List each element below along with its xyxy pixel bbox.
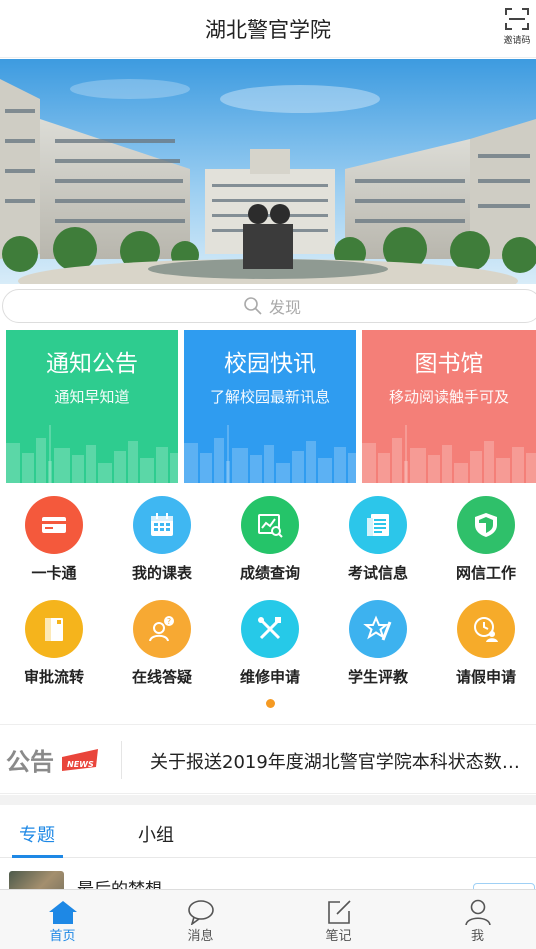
notice-card[interactable]: 通知公告 通知早知道 [6,330,178,483]
tools-icon [241,600,299,658]
grid-item-evaluation[interactable]: 学生评教 [324,600,432,687]
card-subtitle: 了解校园最新讯息 [209,388,330,406]
grid-label: 一卡通 [31,564,77,582]
nav-notes[interactable]: 笔记 [285,890,392,949]
notice-logo-badge: NEWS [67,760,94,769]
bottom-navigation: 首页 消息 笔记 我 [0,889,536,949]
notice-logo: 公告 NEWS [6,743,102,777]
section-gap [0,795,536,805]
feature-cards: 通知公告 通知早知道 校园快讯 了解校园最新讯息 图书馆 移动阅读触手可及 [6,330,536,483]
nav-label: 首页 [49,929,76,944]
grid-item-repair[interactable]: 维修申请 [216,600,324,687]
question-user-icon: ? [133,600,191,658]
grid-item-campus-card[interactable]: 一卡通 [0,496,108,583]
library-card[interactable]: 图书馆 移动阅读触手可及 [362,330,536,483]
star-pen-icon [349,600,407,658]
invite-code-button[interactable]: 邀请码 [502,8,532,46]
notice-text[interactable]: 关于报送2019年度湖北警官学院本科状态数据的通知 [150,748,530,774]
calendar-icon [133,496,191,554]
grid-label: 成绩查询 [239,564,300,582]
tab-topics[interactable]: 专题 [19,821,55,847]
search-placeholder: 发现 [268,298,301,317]
edit-icon [327,900,351,924]
grid-label: 考试信息 [347,564,408,582]
notice-logo-text: 公告 [6,748,54,776]
card-title: 通知公告 [46,351,138,377]
card-subtitle: 通知早知道 [54,388,130,406]
grid-label: 学生评教 [347,668,408,686]
active-tab-indicator [12,855,63,858]
user-icon [464,899,491,926]
grid-item-schedule[interactable]: 我的课表 [108,496,216,583]
scan-icon [505,8,529,30]
search-icon [244,297,262,315]
city-skyline-decoration [184,425,356,483]
notice-bar[interactable]: 公告 NEWS 关于报送2019年度湖北警官学院本科状态数据的通知 [0,724,536,794]
message-icon [187,900,214,926]
grid-label: 审批流转 [23,668,84,686]
city-skyline-decoration [362,425,536,483]
tab-groups[interactable]: 小组 [138,821,174,847]
page-title: 湖北警官学院 [205,18,331,42]
grid-label: 在线答疑 [131,668,192,686]
grid-item-grades[interactable]: 成绩查询 [216,496,324,583]
folder-icon [25,600,83,658]
grid-item-exam-info[interactable]: 考试信息 [324,496,432,583]
search-bar[interactable]: 发现 [2,289,536,323]
page-indicator-dot[interactable] [266,699,275,708]
nav-label: 笔记 [325,929,352,944]
grid-label: 我的课表 [131,564,192,582]
grid-label: 网信工作 [455,564,516,582]
nav-messages[interactable]: 消息 [147,890,254,949]
invite-code-label: 邀请码 [503,36,531,46]
shield-icon [457,496,515,554]
card-subtitle: 移动阅读触手可及 [388,388,509,406]
chart-search-icon [241,496,299,554]
svg-text:?: ? [167,617,171,626]
grid-item-approval[interactable]: 审批流转 [0,600,108,687]
grid-item-leave-request[interactable]: 请假申请 [432,600,536,687]
card-title: 校园快讯 [224,351,316,377]
notice-separator [121,741,122,779]
card-title: 图书馆 [414,351,484,377]
nav-label: 消息 [187,929,214,944]
content-tabs: 专题 小组 [0,805,536,858]
campus-news-card[interactable]: 校园快讯 了解校园最新讯息 [184,330,356,483]
app-header: 湖北警官学院 邀请码 [0,0,536,58]
card-icon [25,496,83,554]
nav-me[interactable]: 我 [424,890,531,949]
grid-item-online-qa[interactable]: ? 在线答疑 [108,600,216,687]
grid-item-network-work[interactable]: 网信工作 [432,496,536,583]
grid-label: 维修申请 [239,668,300,686]
clock-user-icon [457,600,515,658]
document-icon [349,496,407,554]
home-icon [48,901,77,924]
city-skyline-decoration [6,425,178,483]
nav-home[interactable]: 首页 [9,890,116,949]
nav-label: 我 [470,929,484,944]
campus-banner-image[interactable] [0,59,536,284]
grid-label: 请假申请 [455,668,516,686]
